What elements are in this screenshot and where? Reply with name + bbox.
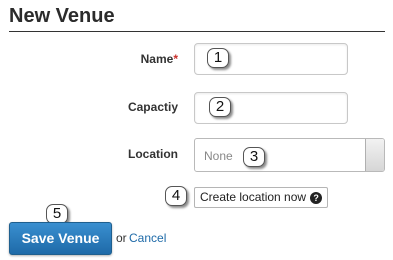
location-select[interactable]: None [194, 138, 385, 172]
create-location-button[interactable]: Create location now ? [194, 187, 329, 208]
page-title: New Venue [9, 5, 115, 27]
annotation-badge-4: 4 [165, 186, 187, 206]
capacity-label: Capactiy [127, 100, 178, 114]
location-label: Location [128, 147, 178, 161]
dropdown-arrow-icon[interactable] [365, 139, 384, 171]
annotation-badge-3: 3 [243, 147, 265, 167]
help-icon[interactable]: ? [310, 191, 323, 204]
cancel-link[interactable]: Cancel [129, 231, 166, 245]
location-select-value: None [204, 149, 233, 163]
annotation-badge-1: 1 [207, 48, 229, 68]
annotation-badge-2: 2 [209, 97, 231, 117]
annotation-badge-5: 5 [46, 204, 68, 224]
title-divider [9, 31, 385, 32]
name-label: Name* [140, 52, 178, 66]
create-location-label: Create location now [200, 190, 307, 204]
save-venue-button[interactable]: Save Venue [9, 222, 112, 255]
or-text: or [116, 231, 127, 245]
required-marker: * [173, 52, 178, 66]
